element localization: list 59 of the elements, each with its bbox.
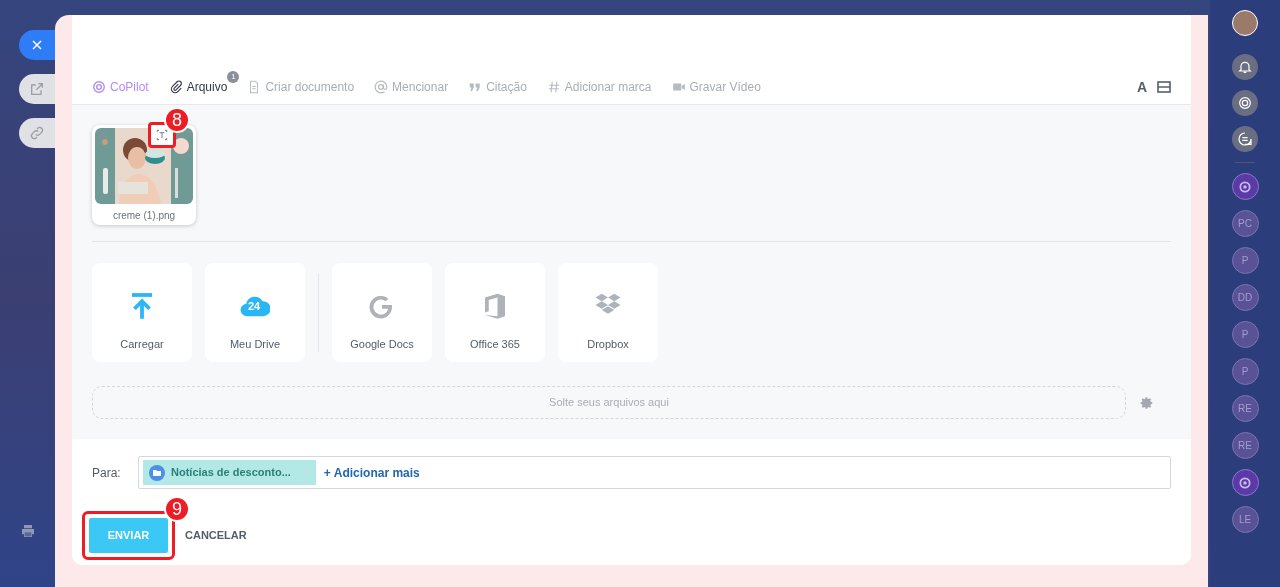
- chat-avatar[interactable]: LE: [1231, 506, 1259, 533]
- text-recognition-icon[interactable]: [155, 128, 169, 142]
- toolbar-tab[interactable]: Citação: [468, 78, 527, 96]
- copilot-icon: [1237, 95, 1253, 111]
- chat-avatar[interactable]: RE: [1231, 395, 1259, 422]
- callout-number: 9: [164, 496, 190, 522]
- rail-button[interactable]: [1232, 126, 1258, 152]
- chat-avatar[interactable]: P: [1231, 321, 1259, 348]
- chat-avatar[interactable]: P: [1231, 358, 1259, 385]
- recipients-label: Para:: [92, 464, 122, 482]
- source-button[interactable]: Office 365: [445, 263, 545, 362]
- paperclip-icon: [168, 80, 183, 94]
- copilot-icon: [1238, 475, 1252, 490]
- copilot-icon: [1238, 179, 1252, 194]
- source-button[interactable]: Carregar: [92, 263, 192, 362]
- source-button[interactable]: Dropbox: [558, 263, 658, 362]
- chat-avatar[interactable]: P: [1231, 247, 1259, 274]
- rail-button[interactable]: [19, 118, 55, 148]
- chat-avatar[interactable]: PC: [1231, 210, 1259, 237]
- hash-icon: [546, 80, 561, 94]
- bell-icon: [1237, 59, 1253, 75]
- chat-avatar[interactable]: [1231, 173, 1259, 200]
- user-avatar[interactable]: [1232, 10, 1258, 36]
- printer-icon[interactable]: [20, 523, 36, 539]
- toolbar-tab[interactable]: Criar documento: [247, 78, 355, 96]
- add-more-link[interactable]: + Adicionar mais: [323, 463, 420, 482]
- toolbar-tab[interactable]: Adicionar marca: [546, 78, 652, 96]
- chat-avatar[interactable]: [1231, 469, 1259, 496]
- chat-icon: [1237, 131, 1253, 147]
- count-badge: 1: [227, 71, 240, 83]
- chat-avatar[interactable]: DD: [1231, 284, 1259, 311]
- source-button[interactable]: 24 Meu Drive: [205, 263, 305, 362]
- toolbar-tab[interactable]: Mencionar: [374, 78, 449, 96]
- close-icon[interactable]: [96, 127, 110, 141]
- external-link-icon: [29, 81, 45, 97]
- drop-zone[interactable]: Solte seus arquivos aqui: [92, 386, 1126, 419]
- source-button[interactable]: Google Docs: [332, 263, 432, 362]
- at-sign-icon: [374, 80, 389, 94]
- rail-button[interactable]: [1232, 90, 1258, 116]
- drive-storage-label: 24: [248, 300, 261, 312]
- recipient-chip[interactable]: Notícias de desconto...: [143, 460, 316, 485]
- send-button[interactable]: ENVIAR: [89, 518, 168, 553]
- file-name: creme (1).png: [112, 209, 176, 223]
- text-format-button[interactable]: A: [1136, 76, 1147, 98]
- copilot-icon: [92, 80, 106, 94]
- toolbar-tab[interactable]: CoPilot: [92, 78, 149, 96]
- rail-button[interactable]: [19, 74, 55, 104]
- toolbar-tab[interactable]: Gravar Vídeo: [671, 78, 761, 96]
- rail-button[interactable]: [19, 30, 55, 60]
- chat-avatar[interactable]: RE: [1231, 432, 1259, 459]
- panel-icon[interactable]: [1157, 81, 1171, 93]
- chip-label: Notícias de desconto...: [171, 465, 291, 481]
- callout-number: 8: [164, 107, 190, 133]
- folder-icon: [149, 464, 165, 481]
- attachment-card[interactable]: creme (1).png: [92, 125, 196, 225]
- recipients-field[interactable]: Notícias de desconto... + Adicionar mais: [138, 456, 1171, 489]
- link-icon: [29, 125, 45, 141]
- rail-button[interactable]: [1232, 54, 1258, 80]
- toolbar-tab[interactable]: Arquivo: [168, 78, 228, 96]
